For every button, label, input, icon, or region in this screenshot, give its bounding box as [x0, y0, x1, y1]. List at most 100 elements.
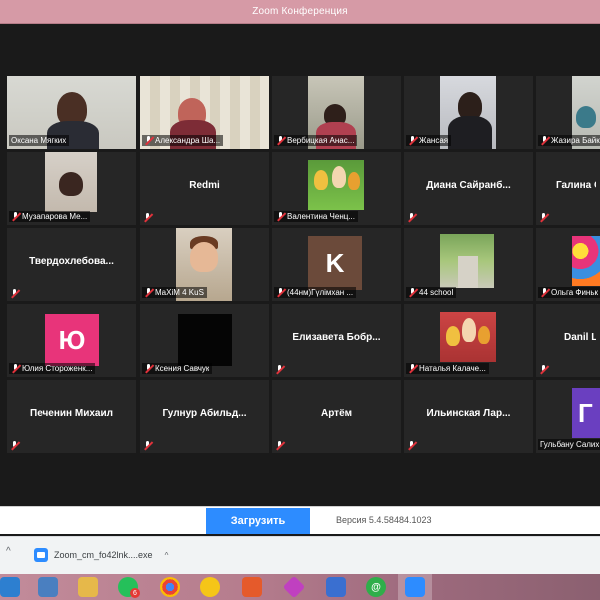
participant-label: Юлия Стороженк...	[9, 363, 96, 374]
muted-mic-icon	[10, 289, 19, 298]
pen-icon[interactable]	[0, 577, 20, 597]
participant-figure	[576, 106, 596, 128]
muted-mic-icon	[275, 441, 284, 450]
screen: Zoom Конференция Оксана Мягких Александр…	[0, 0, 600, 600]
participant-tile[interactable]: Вербицкая Анас...	[272, 76, 401, 149]
participant-tile[interactable]: 44 school	[404, 228, 533, 301]
gallery-view: Оксана Мягких Александра Ша... Вербицкая…	[0, 76, 600, 454]
participant-tile[interactable]: Печенин Михаил	[7, 380, 136, 453]
participant-tile[interactable]: Артём	[272, 380, 401, 453]
participant-figure	[59, 172, 83, 196]
participant-label: Музапарова Ме...	[9, 211, 91, 222]
participant-figure	[314, 170, 328, 190]
upload-button[interactable]: Загрузить	[206, 508, 310, 534]
participant-label: MaXiM 4 KuS	[142, 287, 207, 298]
participant-tile[interactable]: Ксения Савчук	[140, 304, 269, 377]
participant-tile[interactable]: Гулнур Абильд...	[140, 380, 269, 453]
at-mail-icon[interactable]: @	[366, 577, 386, 597]
participant-tile[interactable]: Валентина Ченц...	[272, 152, 401, 225]
participant-label: Валентина Ченц...	[274, 211, 358, 222]
version-text: Версия 5.4.58484.1023	[336, 515, 432, 525]
participant-tile[interactable]: MaXiM 4 KuS	[140, 228, 269, 301]
download-file-name: Zoom_cm_fo42lnk....exe	[54, 550, 153, 560]
participant-figure	[348, 172, 360, 190]
window-titlebar[interactable]: Zoom Конференция	[0, 0, 600, 24]
participant-video	[178, 314, 232, 366]
chevron-icon[interactable]: ^	[165, 551, 169, 560]
muted-mic-icon	[10, 441, 19, 450]
participant-label: Жансая	[406, 135, 452, 146]
chevron-up-icon[interactable]: ^	[6, 546, 18, 558]
participant-tile[interactable]: Музапарова Ме...	[7, 152, 136, 225]
document-icon[interactable]	[38, 577, 58, 597]
avatar: Г	[572, 388, 600, 438]
participant-tile[interactable]: Ю Юлия Стороженк...	[7, 304, 136, 377]
participant-figure	[190, 242, 218, 272]
participant-tile[interactable]: Оксана Мягких	[7, 76, 136, 149]
participant-label: Оксана Мягких	[9, 135, 70, 146]
participant-tile[interactable]: Ольга Финьк	[536, 228, 600, 301]
participant-figure	[332, 166, 346, 188]
notification-badge: 6	[130, 588, 140, 598]
muted-mic-icon	[540, 288, 549, 297]
participant-label: 44 school	[406, 287, 457, 298]
muted-mic-icon	[276, 136, 285, 145]
muted-mic-icon	[539, 365, 548, 374]
meeting-top-area	[0, 24, 600, 76]
participant-figure	[446, 326, 460, 346]
muted-mic-icon	[144, 288, 153, 297]
participant-label: (44нм)Гүлімхан ...	[274, 287, 357, 298]
participant-tile[interactable]: Елизавета Бобр...	[272, 304, 401, 377]
participant-name: Danil Le	[564, 332, 596, 343]
participant-figure	[448, 116, 492, 149]
participant-label: Наталья Калаче...	[406, 363, 489, 374]
participant-name: Галина О	[556, 180, 596, 191]
muted-mic-icon	[407, 441, 416, 450]
participant-name: Redmi	[189, 180, 220, 191]
participant-tile[interactable]: Danil Le	[536, 304, 600, 377]
participant-tile[interactable]: Ильинская Лар...	[404, 380, 533, 453]
participant-tile[interactable]: Диана Сайранб...	[404, 152, 533, 225]
muted-mic-icon	[143, 213, 152, 222]
muted-mic-icon	[539, 213, 548, 222]
participant-name: Твердохлебова...	[29, 256, 114, 267]
muted-mic-icon	[276, 288, 285, 297]
emoji-app-icon[interactable]	[200, 577, 220, 597]
participant-name: Диана Сайранб...	[426, 180, 511, 191]
participant-label: Жазира Байк	[538, 135, 600, 146]
download-item[interactable]: Zoom_cm_fo42lnk....exe ^	[30, 541, 180, 569]
participant-tile[interactable]: Жазира Байк	[536, 76, 600, 149]
muted-mic-icon	[276, 212, 285, 221]
window-title: Zoom Конференция	[252, 6, 348, 17]
participant-name: Ильинская Лар...	[426, 408, 511, 419]
participant-tile[interactable]: Наталья Калаче...	[404, 304, 533, 377]
muted-mic-icon	[11, 364, 20, 373]
participant-label: Александра Ша...	[142, 135, 224, 146]
muted-mic-icon	[408, 136, 417, 145]
monitor-icon[interactable]	[326, 577, 346, 597]
avatar: K	[308, 236, 362, 290]
participant-tile[interactable]: Александра Ша...	[140, 76, 269, 149]
participant-tile[interactable]: K (44нм)Гүлімхан ...	[272, 228, 401, 301]
folder-icon[interactable]	[78, 577, 98, 597]
participant-label: Ольга Финьк	[538, 287, 600, 298]
participant-name: Гулнур Абильд...	[162, 408, 247, 419]
participant-tile[interactable]: Твердохлебова...	[7, 228, 136, 301]
participant-tile[interactable]: Г Гульбану Салих	[536, 380, 600, 453]
zoom-app-icon[interactable]	[405, 577, 425, 597]
participant-figure	[478, 326, 490, 344]
participant-tile[interactable]: Галина О	[536, 152, 600, 225]
avatar: Ю	[45, 314, 99, 366]
participant-tile[interactable]: Redmi	[140, 152, 269, 225]
participant-figure	[462, 318, 476, 342]
participant-name: Артём	[320, 408, 353, 419]
participant-name: Печенин Михаил	[30, 408, 113, 419]
chrome-icon[interactable]	[160, 577, 180, 597]
muted-mic-icon	[144, 364, 153, 373]
muted-mic-icon	[408, 364, 417, 373]
participant-video	[572, 236, 600, 286]
media-player-icon[interactable]	[242, 577, 262, 597]
zoom-file-icon	[34, 548, 48, 562]
participant-name: Елизавета Бобр...	[292, 332, 381, 343]
participant-tile[interactable]: Жансая	[404, 76, 533, 149]
